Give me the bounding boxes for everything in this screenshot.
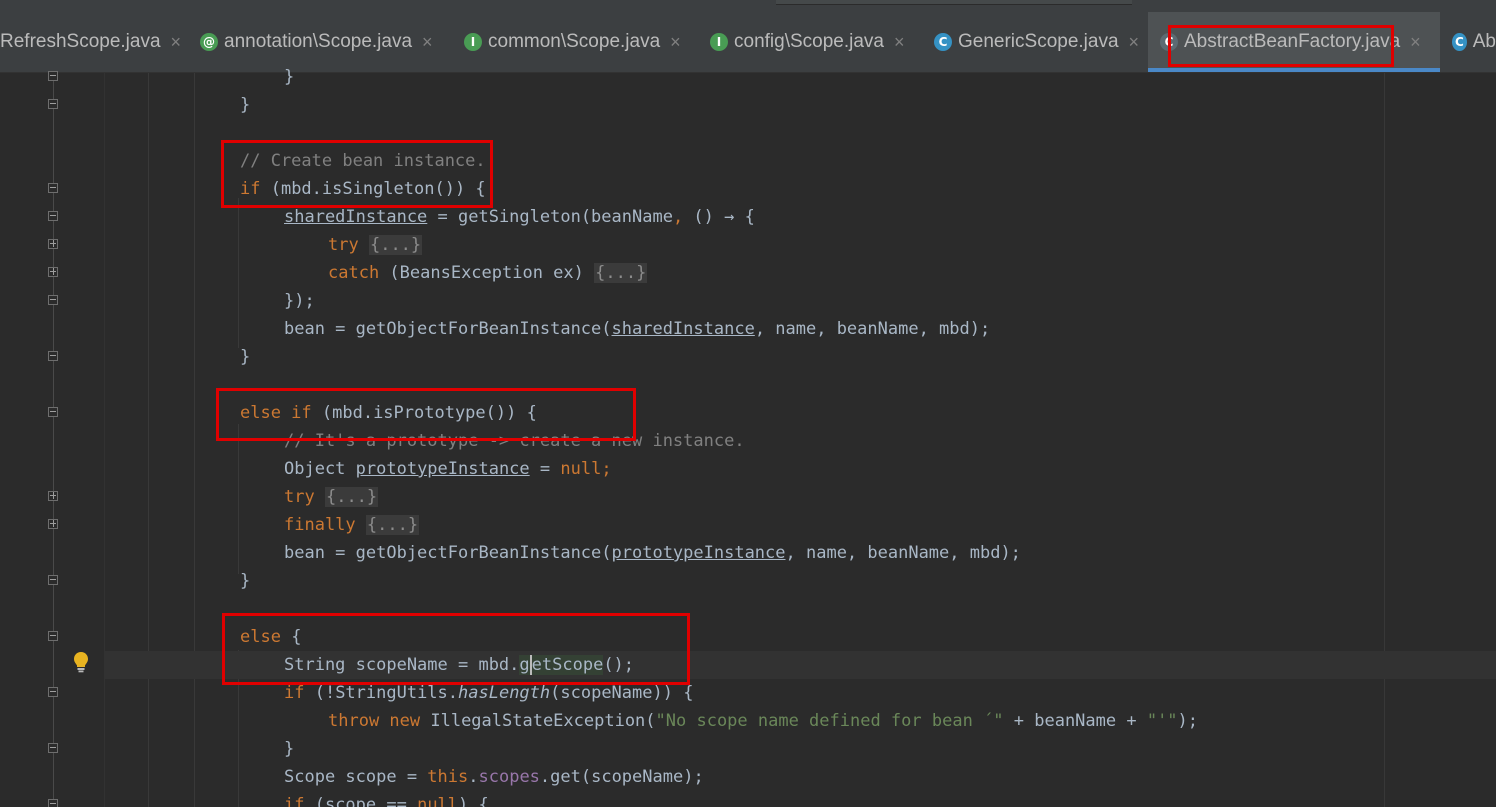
fold-expand-marker[interactable] xyxy=(48,239,58,249)
fold-start-marker[interactable] xyxy=(48,687,58,697)
code-line[interactable]: bean = getObjectForBeanInstance(sharedIn… xyxy=(104,315,1496,343)
fold-end-marker[interactable] xyxy=(48,295,58,305)
search-field-edge[interactable] xyxy=(776,0,1132,5)
fold-end-marker[interactable] xyxy=(48,71,58,81)
fold-expand-marker[interactable] xyxy=(48,267,58,277)
code-editor[interactable]: } } // Create bean instance. if (mbd.isS… xyxy=(0,67,1496,807)
class-icon: C xyxy=(1452,33,1467,51)
lightbulb-icon[interactable] xyxy=(72,651,90,673)
close-icon[interactable]: × xyxy=(670,32,681,53)
code-line[interactable]: catch (BeansException ex) {...} xyxy=(104,259,1496,287)
code-line-current[interactable]: String scopeName = mbd.g etScope(); xyxy=(104,651,1496,679)
code-line[interactable]: } xyxy=(104,567,1496,595)
editor-gutter xyxy=(0,71,105,807)
folded-block[interactable]: {...} xyxy=(594,263,648,283)
fold-start-marker[interactable] xyxy=(48,211,58,221)
code-line[interactable]: sharedInstance = getSingleton(beanName, … xyxy=(104,203,1496,231)
folded-block[interactable]: {...} xyxy=(368,235,423,255)
code-line[interactable]: bean = getObjectForBeanInstance(prototyp… xyxy=(104,539,1496,567)
tab-label: common\Scope.java xyxy=(488,31,661,52)
code-line[interactable]: throw new IllegalStateException("No scop… xyxy=(104,707,1496,735)
folded-block[interactable]: {...} xyxy=(324,487,379,507)
interface-icon: I xyxy=(464,33,482,51)
tab-label: GenericScope.java xyxy=(958,31,1119,52)
fold-start-marker[interactable] xyxy=(48,799,58,807)
close-icon[interactable]: × xyxy=(1410,32,1421,53)
fold-expand-marker[interactable] xyxy=(48,491,58,501)
close-icon[interactable]: × xyxy=(1129,32,1140,53)
abstract-class-icon: C xyxy=(1160,33,1178,51)
class-icon: C xyxy=(934,33,952,51)
close-icon[interactable]: × xyxy=(894,32,905,53)
fold-end-marker[interactable] xyxy=(48,743,58,753)
code-line[interactable]: if (!StringUtils.hasLength(scopeName)) { xyxy=(104,679,1496,707)
fold-expand-marker[interactable] xyxy=(48,519,58,529)
fold-start-marker[interactable] xyxy=(48,631,58,641)
fold-end-marker[interactable] xyxy=(48,351,58,361)
tab-label: RefreshScope.java xyxy=(0,31,161,52)
tab-label: annotation\Scope.java xyxy=(224,31,413,52)
code-line[interactable]: else { xyxy=(104,623,1496,651)
code-line[interactable]: finally {...} xyxy=(104,511,1496,539)
code-line[interactable]: } xyxy=(104,63,1496,91)
code-line[interactable]: } xyxy=(104,343,1496,371)
fold-start-marker[interactable] xyxy=(48,183,58,193)
tab-label: AbstractBeanFactory.java xyxy=(1184,31,1401,52)
code-line[interactable]: Scope scope = this.scopes.get(scopeName)… xyxy=(104,763,1496,791)
fold-end-marker[interactable] xyxy=(48,575,58,585)
code-line[interactable]: }); xyxy=(104,287,1496,315)
fold-start-marker[interactable] xyxy=(48,407,58,417)
close-icon[interactable]: × xyxy=(171,32,182,53)
ide-window: RefreshScope.java × @ annotation\Scope.j… xyxy=(0,0,1496,807)
tab-label: Ab xyxy=(1472,31,1496,52)
code-line[interactable]: Object prototypeInstance = null; xyxy=(104,455,1496,483)
tab-label: config\Scope.java xyxy=(734,31,884,52)
interface-icon: I xyxy=(710,33,728,51)
code-line[interactable]: try {...} xyxy=(104,483,1496,511)
folded-block[interactable]: {...} xyxy=(365,515,420,535)
code-line[interactable]: else if (mbd.isPrototype()) { xyxy=(104,399,1496,427)
annotation-icon: @ xyxy=(200,33,218,51)
code-line[interactable]: } xyxy=(104,91,1496,119)
code-line[interactable]: } xyxy=(104,735,1496,763)
code-line[interactable]: if (scope == null) { xyxy=(104,791,1496,807)
code-line[interactable]: try {...} xyxy=(104,231,1496,259)
code-line[interactable]: if (mbd.isSingleton()) { xyxy=(104,175,1496,203)
title-strip xyxy=(0,0,1496,12)
close-icon[interactable]: × xyxy=(422,32,433,53)
code-line[interactable]: // Create bean instance. xyxy=(104,147,1496,175)
fold-end-marker[interactable] xyxy=(48,99,58,109)
code-line[interactable]: // It's a prototype -> create a new inst… xyxy=(104,427,1496,455)
